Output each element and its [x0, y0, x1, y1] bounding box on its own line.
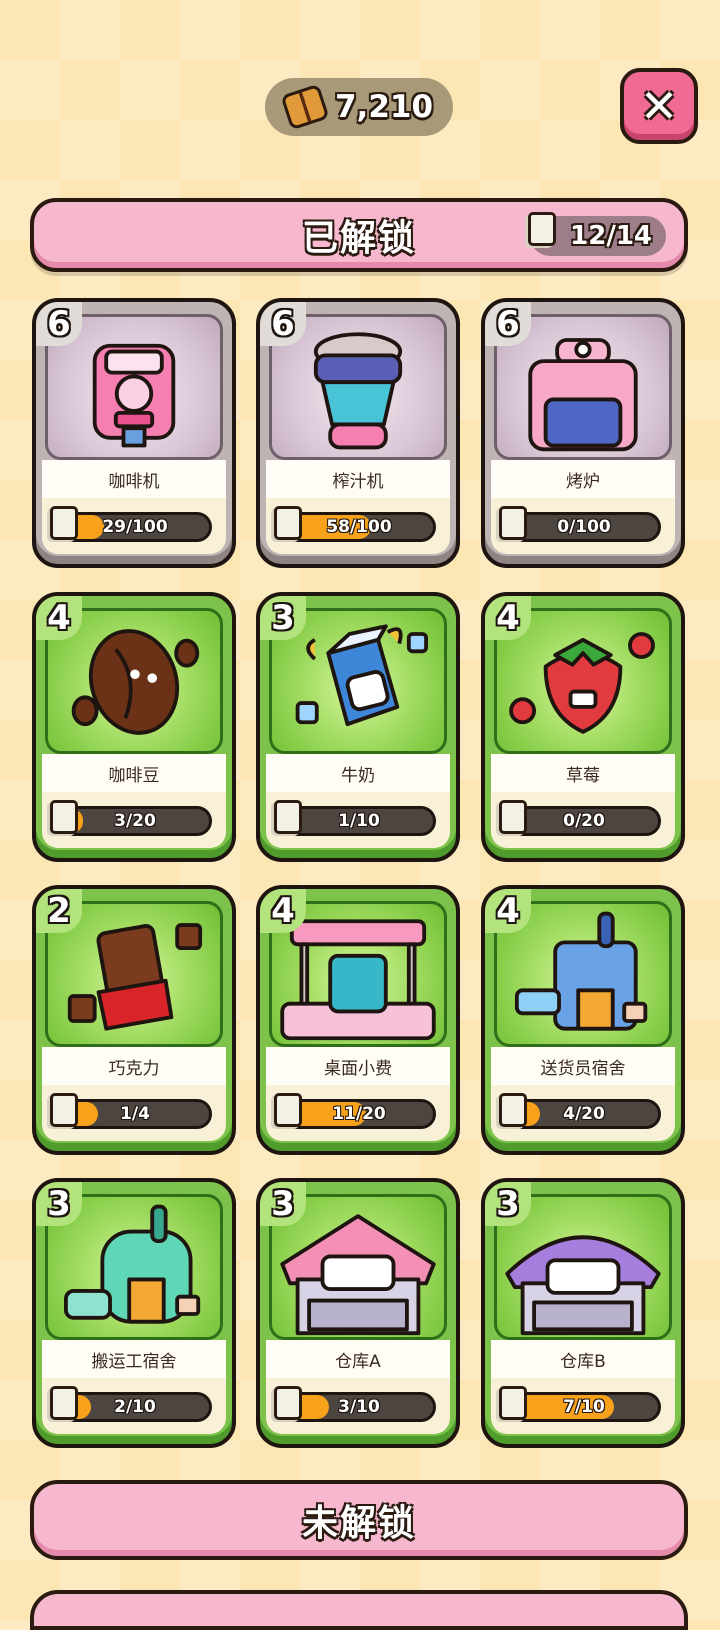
coffee-bean-coin-icon: [280, 83, 330, 131]
progress-bar: 11/20: [282, 1099, 436, 1129]
level-badge: 4: [260, 889, 306, 933]
card-icon: [50, 1093, 78, 1127]
level-number: 4: [271, 891, 295, 931]
unlocked-section-header: 已解锁 12/14: [30, 198, 688, 272]
progress-bar: 3/10: [282, 1392, 436, 1422]
level-badge: 4: [485, 596, 531, 640]
item-card[interactable]: 4 咖啡豆 3/20: [32, 592, 236, 862]
level-number: 4: [496, 598, 520, 638]
locked-section-button[interactable]: 未解锁: [30, 1480, 688, 1560]
progress-bar: 0/100: [507, 512, 661, 542]
level-number: 6: [47, 304, 71, 344]
progress-text: 1/4: [120, 1104, 150, 1124]
card-icon: [50, 506, 78, 540]
level-badge: 6: [485, 302, 531, 346]
close-icon: ✕: [639, 79, 679, 133]
item-name: 仓库B: [491, 1340, 675, 1378]
progress-bar: 1/4: [58, 1099, 212, 1129]
item-name: 草莓: [491, 754, 675, 792]
progress-bar: 58/100: [282, 512, 436, 542]
currency-amount: 7,210: [334, 89, 434, 125]
card-icon: [274, 506, 302, 540]
level-number: 3: [496, 1184, 520, 1224]
item-card[interactable]: 6 咖啡机 29/100: [32, 298, 236, 568]
progress-bar: 29/100: [58, 512, 212, 542]
level-number: 4: [496, 891, 520, 931]
card-icon: [499, 800, 527, 834]
card-icon: [274, 800, 302, 834]
item-name: 咖啡机: [42, 460, 226, 498]
level-number: 3: [271, 1184, 295, 1224]
level-badge: 3: [36, 1182, 82, 1226]
level-badge: 2: [36, 889, 82, 933]
progress-bar: 7/10: [507, 1392, 661, 1422]
level-number: 6: [271, 304, 295, 344]
progress-text: 4/20: [563, 1104, 605, 1124]
item-name: 巧克力: [42, 1047, 226, 1085]
item-name: 桌面小费: [266, 1047, 450, 1085]
item-card[interactable]: 4 草莓 0/20: [481, 592, 685, 862]
level-number: 4: [47, 598, 71, 638]
progress-bar: 2/10: [58, 1392, 212, 1422]
item-card[interactable]: 4 送货员宿舍 4/20: [481, 885, 685, 1155]
item-name: 牛奶: [266, 754, 450, 792]
item-name: 送货员宿舍: [491, 1047, 675, 1085]
level-badge: 6: [36, 302, 82, 346]
locked-title: 未解锁: [301, 1503, 416, 1544]
close-button[interactable]: ✕: [620, 68, 698, 144]
progress-bar: 1/10: [282, 806, 436, 836]
level-badge: 3: [260, 1182, 306, 1226]
progress-text: 11/20: [332, 1104, 386, 1124]
item-name: 烤炉: [491, 460, 675, 498]
progress-text: 29/100: [102, 517, 168, 537]
item-card[interactable]: 3 牛奶 1/10: [256, 592, 460, 862]
progress-text: 3/10: [338, 1397, 380, 1417]
level-badge: 6: [260, 302, 306, 346]
card-icon: [50, 800, 78, 834]
progress-text: 58/100: [326, 517, 392, 537]
card-icon: [499, 1093, 527, 1127]
card-icon: [528, 212, 556, 246]
level-badge: 3: [260, 596, 306, 640]
card-icon: [499, 506, 527, 540]
progress-text: 1/10: [338, 811, 380, 831]
currency-display: 7,210: [265, 78, 453, 136]
card-icon: [499, 1386, 527, 1420]
progress-bar: 4/20: [507, 1099, 661, 1129]
item-card[interactable]: 3 仓库B 7/10: [481, 1178, 685, 1448]
item-name: 搬运工宿舍: [42, 1340, 226, 1378]
item-card[interactable]: 6 烤炉 0/100: [481, 298, 685, 568]
item-card[interactable]: 2 巧克力 1/4: [32, 885, 236, 1155]
progress-text: 0/20: [563, 811, 605, 831]
progress-bar: 0/20: [507, 806, 661, 836]
unlocked-count: 12/14: [570, 221, 652, 251]
progress-text: 0/100: [557, 517, 611, 537]
level-badge: 4: [36, 596, 82, 640]
progress-bar: 3/20: [58, 806, 212, 836]
card-icon: [50, 1386, 78, 1420]
progress-text: 3/20: [114, 811, 156, 831]
item-name: 咖啡豆: [42, 754, 226, 792]
item-card[interactable]: 4 桌面小费 11/20: [256, 885, 460, 1155]
card-icon: [274, 1093, 302, 1127]
progress-text: 7/10: [563, 1397, 605, 1417]
item-name: 仓库A: [266, 1340, 450, 1378]
level-number: 6: [496, 304, 520, 344]
unlocked-title: 已解锁: [301, 218, 416, 259]
level-number: 3: [47, 1184, 71, 1224]
level-number: 3: [271, 598, 295, 638]
item-name: 榨汁机: [266, 460, 450, 498]
card-icon: [274, 1386, 302, 1420]
level-badge: 4: [485, 889, 531, 933]
item-card[interactable]: 3 仓库A 3/10: [256, 1178, 460, 1448]
item-card[interactable]: 3 搬运工宿舍 2/10: [32, 1178, 236, 1448]
level-badge: 3: [485, 1182, 531, 1226]
next-section-peek: [30, 1590, 688, 1630]
level-number: 2: [47, 891, 71, 931]
item-card[interactable]: 6 榨汁机 58/100: [256, 298, 460, 568]
unlocked-counter: 12/14: [528, 212, 666, 256]
progress-text: 2/10: [114, 1397, 156, 1417]
